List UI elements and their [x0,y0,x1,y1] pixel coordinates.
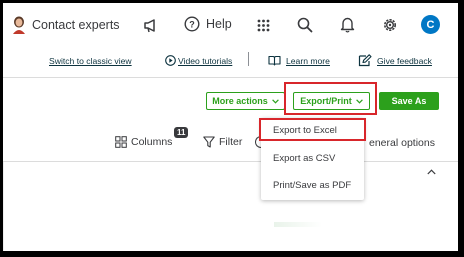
export-as-csv-item[interactable]: Export as CSV [273,153,335,164]
help-button[interactable]: ? Help [184,16,232,32]
user-avatar[interactable]: C [421,15,440,34]
learn-more-link[interactable]: Learn more [268,55,330,66]
contact-experts-button[interactable]: Contact experts [12,16,120,34]
megaphone-icon[interactable] [143,18,158,33]
give-feedback-link[interactable]: Give feedback [358,54,432,67]
general-options-button[interactable]: eneral options [369,137,435,149]
expert-avatar-icon [13,16,25,34]
collapse-chevron-up-icon[interactable] [427,169,436,175]
svg-text:?: ? [189,20,195,30]
print-save-as-pdf-item[interactable]: Print/Save as PDF [273,180,351,191]
table-left-border [3,162,4,251]
contact-experts-label: Contact experts [32,18,120,32]
columns-button[interactable]: Columns [115,136,172,148]
filter-icon [203,136,215,148]
video-tutorials-label: Video tutorials [178,55,233,66]
links-divider [248,52,249,66]
chevron-down-icon [271,98,279,104]
avatar-initial: C [426,18,435,31]
save-as-button[interactable]: Save As [379,92,439,110]
search-icon[interactable] [297,17,313,33]
learn-more-label: Learn more [286,55,330,66]
columns-label: Columns [131,136,173,148]
filter-button[interactable]: Filter [203,136,242,148]
table-top-border [3,161,458,162]
feedback-icon [358,54,372,67]
export-print-highlight [284,82,377,115]
give-feedback-label: Give feedback [377,55,432,66]
video-tutorials-link[interactable]: Video tutorials [165,55,232,66]
app-window: Contact experts ? Help C Switch to class… [3,3,458,251]
play-circle-icon [165,55,176,66]
apps-grid-icon[interactable] [257,19,270,32]
save-as-label: Save As [391,96,427,106]
switch-to-classic-view-link[interactable]: Switch to classic view [49,56,132,66]
columns-icon [115,136,127,148]
bell-icon[interactable] [340,16,355,33]
more-actions-label: More actions [212,96,268,106]
filter-label: Filter [219,136,243,148]
partial-row-content [274,222,322,227]
gear-icon[interactable] [382,17,398,33]
export-to-excel-highlight [259,118,366,141]
book-icon [268,55,281,66]
columns-count-badge: 11 [174,127,189,138]
header-divider [3,77,458,78]
help-icon: ? [184,16,200,32]
more-actions-button[interactable]: More actions [206,92,285,110]
help-label: Help [206,17,232,31]
